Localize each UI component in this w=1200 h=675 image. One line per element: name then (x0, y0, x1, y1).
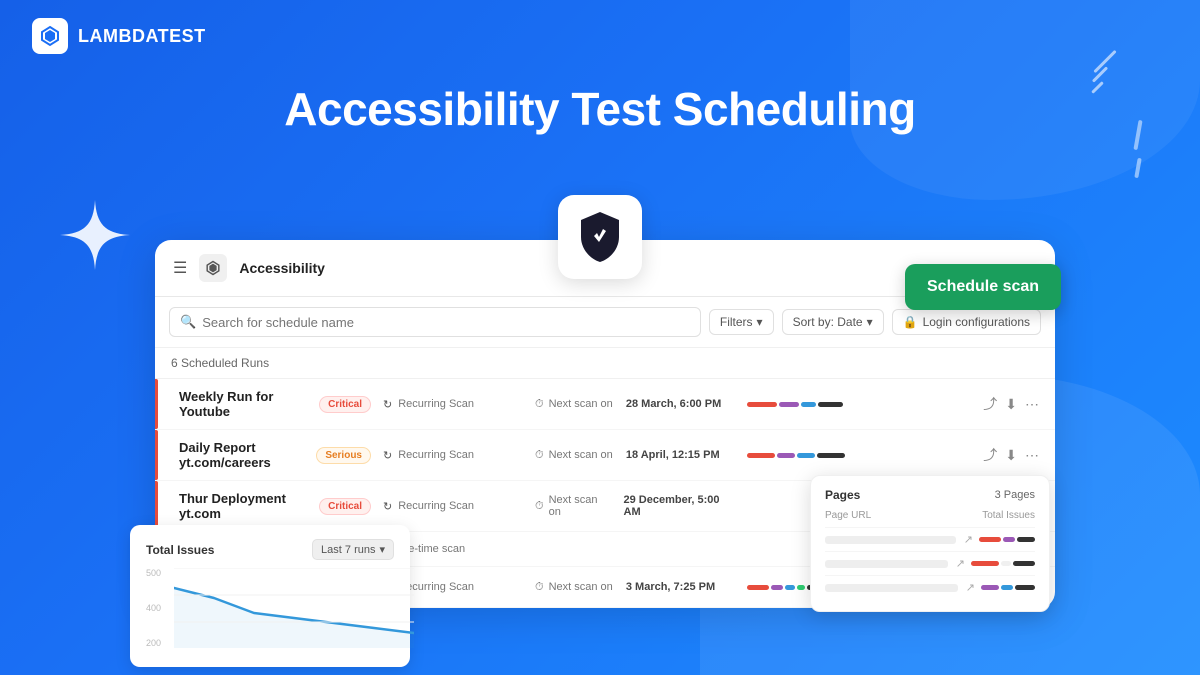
table-row: Daily Report yt.com/careers Serious ↻ Re… (155, 430, 1055, 481)
table-row: Weekly Run for Youtube Critical ↻ Recurr… (155, 379, 1055, 430)
scheduled-count: 6 Scheduled Runs (155, 348, 1055, 379)
bar-segment (779, 402, 799, 407)
row-indicator (155, 481, 158, 531)
clock-icon: ⏱ (535, 581, 544, 594)
badge-serious: Serious (316, 447, 371, 464)
bar-segment (777, 453, 795, 458)
logo-icon (32, 18, 68, 54)
logo: LAMBDATEST (32, 18, 206, 54)
chart-header: Total Issues Last 7 runs ▾ (146, 539, 394, 560)
popup-columns: Page URL Total Issues (825, 510, 1035, 521)
row-scan-type: ↻ Recurring Scan (383, 500, 523, 513)
row-bar (747, 453, 867, 458)
shield-icon (575, 209, 625, 265)
login-config-button[interactable]: 🔒 Login configurations (892, 309, 1041, 335)
clock-icon: ⏱ (535, 500, 544, 513)
row-next-scan: ⏱ Next scan on 18 April, 12:15 PM (535, 449, 735, 462)
row-next-scan: ⏱ Next scan on 3 March, 7:25 PM (535, 581, 735, 594)
recurring-icon: ↻ (383, 398, 392, 411)
external-link-icon[interactable]: ↗ (966, 581, 975, 594)
share-icon[interactable]: ⤴ (983, 394, 997, 414)
clock-icon: ⏱ (535, 449, 544, 462)
popup-row: ↗ (825, 551, 1035, 575)
popup-header: Pages 3 Pages (825, 488, 1035, 502)
bar-segment (747, 402, 777, 407)
external-link-icon[interactable]: ↗ (964, 533, 973, 546)
popup-url-bar (825, 536, 956, 544)
star-decoration (60, 200, 130, 270)
chart-svg (174, 568, 414, 648)
popup-url-bar (825, 560, 948, 568)
row-indicator (155, 430, 158, 480)
popup-row: ↗ (825, 575, 1035, 599)
filter-chevron-icon: ▾ (757, 315, 763, 329)
popup-title: Pages (825, 488, 860, 502)
bar-segment (801, 402, 816, 407)
external-link-icon[interactable]: ↗ (956, 557, 965, 570)
more-icon[interactable]: ⋯ (1025, 447, 1039, 464)
chart-area: 500 400 200 (146, 568, 394, 653)
hamburger-icon[interactable]: ☰ (173, 258, 187, 278)
shield-icon-container (558, 195, 642, 279)
recurring-icon: ↻ (383, 500, 392, 513)
popup-bar-group (971, 561, 1035, 566)
sort-button[interactable]: Sort by: Date ▾ (782, 309, 884, 335)
popup-bar-group (981, 585, 1035, 590)
badge-critical: Critical (319, 396, 371, 413)
popup-row: ↗ (825, 527, 1035, 551)
top-nav: LAMBDATEST (0, 0, 1200, 72)
clock-icon: ⏱ (535, 398, 544, 411)
row-scan-type: ↻ Recurring Scan (383, 398, 523, 411)
search-input-wrap[interactable]: 🔍 (169, 307, 701, 337)
bar-segment (747, 585, 769, 590)
bar-segment (817, 453, 845, 458)
row-name: Weekly Run for Youtube Critical (171, 389, 371, 419)
chart-panel: Total Issues Last 7 runs ▾ 500 400 200 (130, 525, 410, 667)
panel-logo (199, 254, 227, 282)
logo-text: LAMBDATEST (78, 26, 206, 47)
row-next-scan: ⏱ Next scan on 29 December, 5:00 AM (535, 494, 735, 518)
download-icon[interactable]: ⬇ (1005, 396, 1017, 413)
row-scan-type: ↻ Recurring Scan (383, 449, 523, 462)
filters-button[interactable]: Filters ▾ (709, 309, 774, 335)
row-name: Daily Report yt.com/careers Serious (171, 440, 371, 470)
share-icon[interactable]: ⤴ (983, 445, 997, 465)
row-actions: ⤴ ⬇ ⋯ (983, 394, 1039, 414)
chevron-down-icon: ▾ (379, 543, 385, 556)
row-bar (747, 402, 867, 407)
badge-critical: Critical (319, 498, 371, 515)
download-icon[interactable]: ⬇ (1005, 447, 1017, 464)
row-indicator (155, 379, 158, 429)
bar-segment (747, 453, 775, 458)
bar-segment (785, 585, 795, 590)
chart-filter-button[interactable]: Last 7 runs ▾ (312, 539, 394, 560)
bar-segment (771, 585, 783, 590)
more-icon[interactable]: ⋯ (1025, 396, 1039, 413)
sort-chevron-icon: ▾ (867, 315, 873, 329)
popup-bar-group (979, 537, 1035, 542)
schedule-scan-button[interactable]: Schedule scan (905, 264, 1061, 310)
chart-y-axis: 500 400 200 (146, 568, 161, 648)
row-actions: ⤴ ⬇ ⋯ (983, 445, 1039, 465)
bar-segment (797, 453, 815, 458)
hero-title: Accessibility Test Scheduling (0, 82, 1200, 136)
row-name: Thur Deployment yt.com Critical (171, 491, 371, 521)
search-input[interactable] (202, 315, 690, 330)
bar-segment (818, 402, 843, 407)
popup-count: 3 Pages (995, 489, 1035, 501)
pages-popup: Pages 3 Pages Page URL Total Issues ↗ ↗ … (810, 475, 1050, 612)
search-icon: 🔍 (180, 314, 196, 330)
recurring-icon: ↻ (383, 449, 392, 462)
lock-icon: 🔒 (903, 315, 918, 329)
chart-title: Total Issues (146, 543, 214, 557)
popup-url-bar (825, 584, 958, 592)
bar-segment (797, 585, 805, 590)
row-next-scan: ⏱ Next scan on 28 March, 6:00 PM (535, 398, 735, 411)
